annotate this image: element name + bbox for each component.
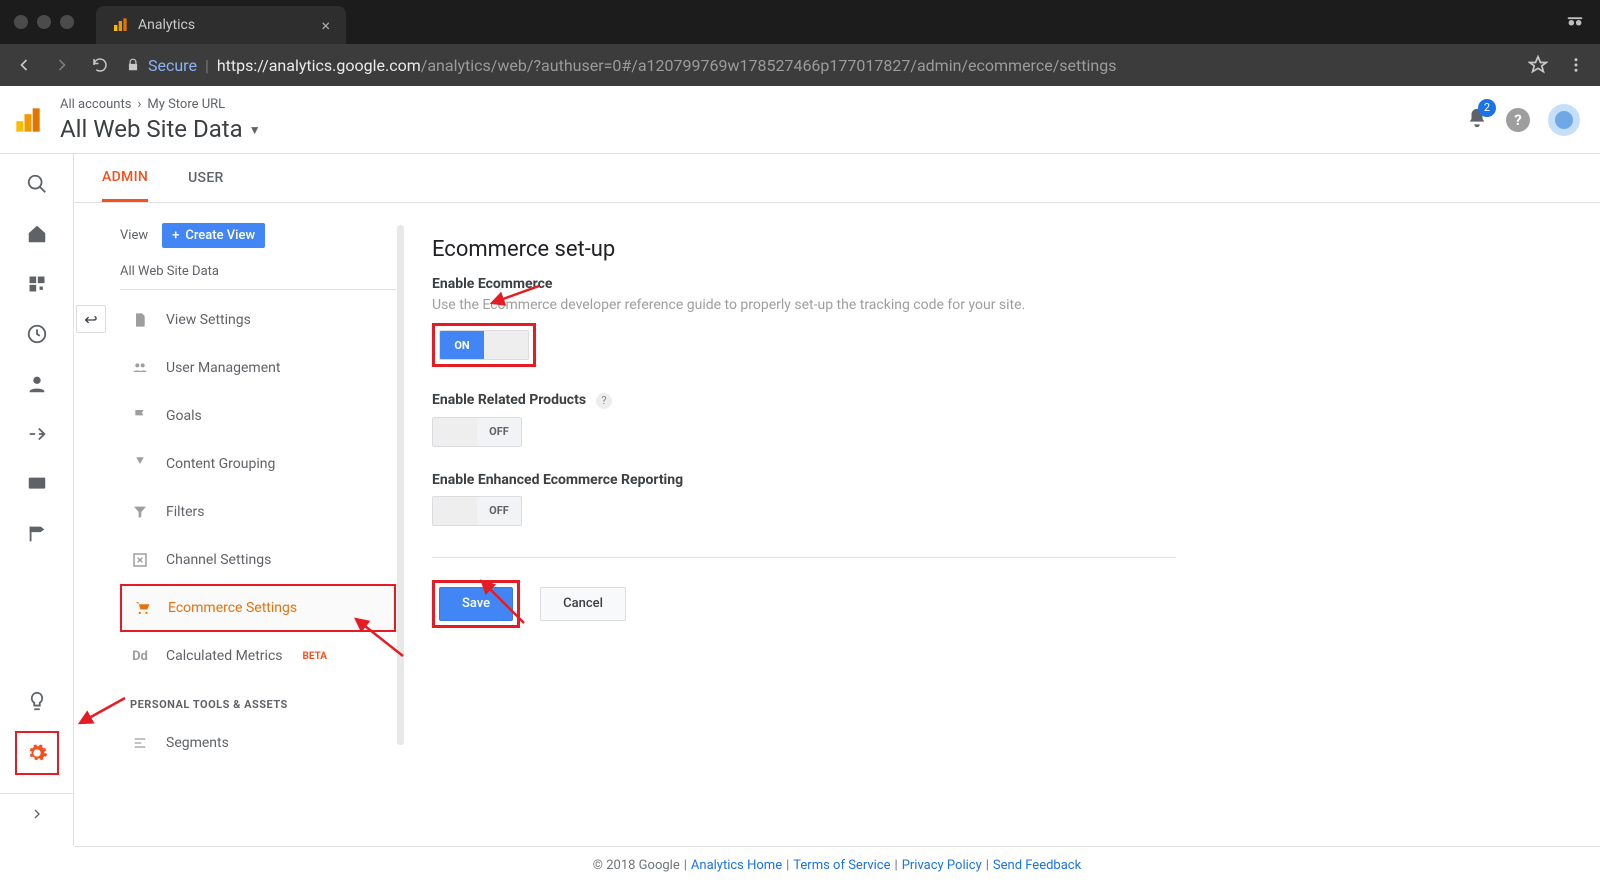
menu-segments[interactable]: Segments <box>120 719 396 767</box>
save-button[interactable]: Save <box>439 587 513 621</box>
forward-icon[interactable] <box>50 53 74 77</box>
analytics-favicon-icon <box>112 17 128 33</box>
discover-icon[interactable] <box>25 689 49 713</box>
home-icon[interactable] <box>25 222 49 246</box>
plus-icon: + <box>172 228 179 243</box>
lock-icon <box>126 58 140 72</box>
menu-filters[interactable]: Filters <box>120 488 396 536</box>
chevron-right-icon <box>29 806 45 822</box>
segments-icon <box>130 735 150 751</box>
flag-icon <box>130 407 150 425</box>
related-products-label: Enable Related Products <box>432 392 586 408</box>
back-icon[interactable] <box>12 53 36 77</box>
divider <box>432 557 1176 558</box>
browser-toolbar: Secure | https://analytics.google.com/an… <box>0 44 1600 86</box>
back-button[interactable]: ↩ <box>76 305 106 333</box>
menu-icon[interactable] <box>1564 53 1588 77</box>
channel-icon <box>130 551 150 569</box>
left-rail <box>0 154 74 846</box>
acquisition-icon[interactable] <box>25 422 49 446</box>
footer-link-tos[interactable]: Terms of Service <box>793 858 890 873</box>
traffic-lights[interactable] <box>14 15 74 29</box>
account-avatar[interactable] <box>1548 104 1580 136</box>
menu-content-grouping[interactable]: Content Grouping <box>120 440 396 488</box>
secure-label: Secure <box>148 56 197 75</box>
breadcrumb[interactable]: All accounts›My Store URL <box>60 97 261 112</box>
address-bar[interactable]: Secure | https://analytics.google.com/an… <box>126 56 1512 75</box>
menu-channel-settings[interactable]: Channel Settings <box>120 536 396 584</box>
tab-title: Analytics <box>138 17 195 33</box>
menu-goals[interactable]: Goals <box>120 392 396 440</box>
tab-user[interactable]: USER <box>188 154 224 202</box>
view-column: ↩ View + Create View All Web Site Data V… <box>120 223 396 846</box>
window-titlebar: Analytics × <box>0 0 1600 44</box>
menu-ecommerce-settings[interactable]: Ecommerce Settings <box>120 584 396 632</box>
document-icon <box>130 311 150 329</box>
cancel-button[interactable]: Cancel <box>540 587 626 621</box>
notif-badge: 2 <box>1478 99 1496 117</box>
enable-ecommerce-desc: Use the Ecommerce developer reference gu… <box>432 297 1176 313</box>
gear-icon <box>25 741 49 765</box>
toggle-related-products[interactable]: OFF <box>432 417 522 447</box>
grouping-icon <box>130 455 150 473</box>
people-icon <box>130 360 150 376</box>
highlight-box: Save <box>432 580 520 628</box>
footer: © 2018 Google | Analytics Home | Terms o… <box>74 846 1600 884</box>
menu-view-settings[interactable]: View Settings <box>120 296 396 344</box>
footer-link-feedback[interactable]: Send Feedback <box>993 858 1081 873</box>
browser-tab[interactable]: Analytics × <box>96 6 346 44</box>
admin-button[interactable] <box>15 731 59 775</box>
tab-admin[interactable]: ADMIN <box>102 154 148 202</box>
collapse-nav-button[interactable] <box>0 793 73 834</box>
toggle-off-label: OFF <box>477 418 521 446</box>
highlight-box: ON <box>432 323 536 367</box>
current-view-name[interactable]: All Web Site Data <box>120 258 396 290</box>
analytics-logo-icon <box>14 106 42 134</box>
behavior-icon[interactable] <box>25 472 49 496</box>
audience-icon[interactable] <box>25 372 49 396</box>
app-header: All accounts›My Store URL All Web Site D… <box>0 86 1600 154</box>
chevron-down-icon: ▼ <box>249 123 261 137</box>
settings-pane: Ecommerce set-up Enable Ecommerce Use th… <box>396 223 1176 846</box>
toggle-on-label: ON <box>440 331 484 359</box>
view-selector[interactable]: All Web Site Data▼ <box>60 115 261 143</box>
toggle-enhanced-ecommerce[interactable]: OFF <box>432 496 522 526</box>
menu-calculated-metrics[interactable]: DdCalculated MetricsBETA <box>120 632 396 680</box>
help-tooltip-icon[interactable]: ? <box>596 393 612 409</box>
page-title: Ecommerce set-up <box>432 237 1176 262</box>
admin-user-tabs: ADMIN USER <box>74 154 1600 203</box>
enhanced-ecom-label: Enable Enhanced Ecommerce Reporting <box>432 472 1176 488</box>
close-tab-icon[interactable]: × <box>321 16 330 35</box>
enable-ecommerce-label: Enable Ecommerce <box>432 276 1176 292</box>
cart-icon <box>132 599 152 617</box>
funnel-icon <box>130 504 150 520</box>
column-label: View <box>120 228 148 243</box>
dd-icon: Dd <box>130 649 150 664</box>
menu-user-management[interactable]: User Management <box>120 344 396 392</box>
star-icon[interactable] <box>1526 53 1550 77</box>
toggle-enable-ecommerce[interactable]: ON <box>439 330 529 360</box>
search-icon[interactable] <box>25 172 49 196</box>
section-personal-tools: PERSONAL TOOLS & ASSETS <box>130 698 396 711</box>
footer-link-privacy[interactable]: Privacy Policy <box>902 858 982 873</box>
help-button[interactable]: ? <box>1506 108 1530 132</box>
reload-icon[interactable] <box>88 53 112 77</box>
scrollbar[interactable] <box>397 225 404 745</box>
create-view-button[interactable]: + Create View <box>162 223 265 248</box>
realtime-icon[interactable] <box>25 322 49 346</box>
incognito-icon <box>1564 9 1586 35</box>
notifications-button[interactable]: 2 <box>1466 107 1488 133</box>
customization-icon[interactable] <box>25 272 49 296</box>
footer-link-home[interactable]: Analytics Home <box>691 858 782 873</box>
conversions-icon[interactable] <box>25 522 49 546</box>
